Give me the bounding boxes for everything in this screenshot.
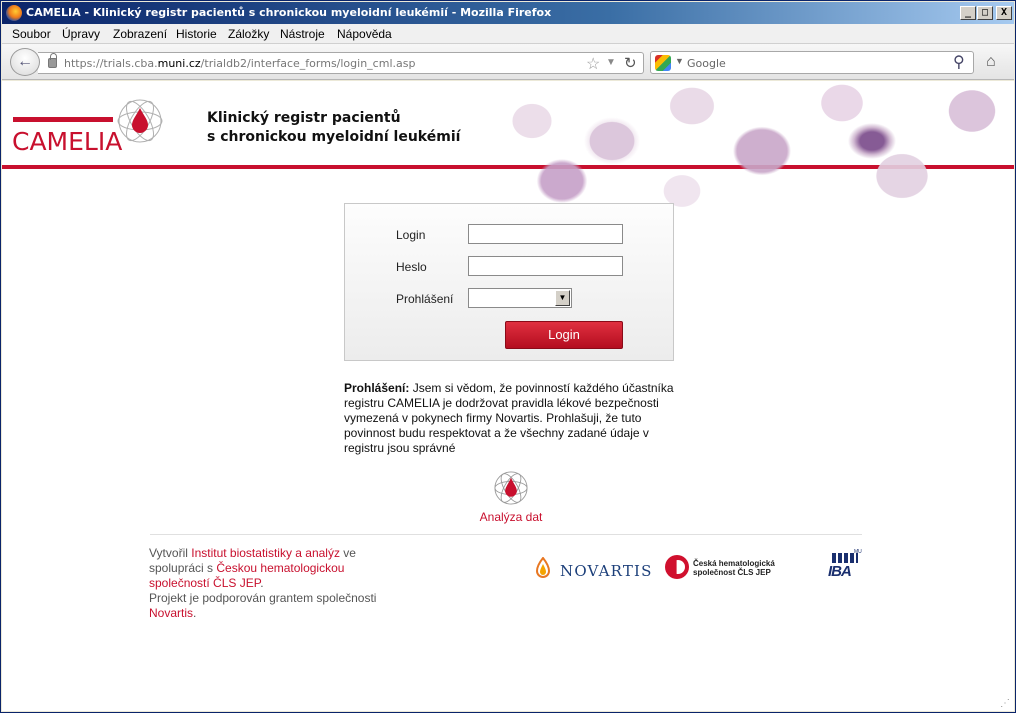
browser-window: CAMELIA - Klinický registr pacientů s ch… [0,0,1016,713]
iba-logo[interactable]: MU IBA [828,549,862,583]
credits-text-3: . [260,576,264,590]
login-form: Login Heslo Prohlášení ▼ Login [344,203,674,361]
footer-divider [150,534,862,535]
iba-text: IBA [828,563,852,580]
bookmark-star-icon[interactable]: ☆ [586,54,600,74]
credits-text-1: Vytvořil [149,546,192,560]
url-path: /trialdb2/interface_forms/login_cml.asp [200,57,416,70]
chs-line2: společnost ČLS JEP [693,568,771,577]
menu-bar: Soubor Úpravy Zobrazení Historie Záložky… [2,24,1014,44]
blood-drop-atom-icon [494,471,528,505]
url-text[interactable]: https://trials.cba.muni.cz/trialdb2/inte… [64,57,415,70]
magnifier-icon[interactable]: ⚲ [953,52,965,72]
data-analysis-label: Analýza dat [479,510,543,524]
camelia-logo[interactable]: CAMELIA [10,97,170,157]
novartis-logo[interactable]: NOVARTIS [534,557,654,581]
login-label: Login [396,228,426,242]
declaration-text: Prohlášení: Jsem si vědom, že povinností… [344,381,684,456]
credits-text-5: . [193,606,197,620]
reload-icon[interactable]: ↻ [624,54,637,72]
home-icon[interactable]: ⌂ [986,53,996,71]
password-label: Heslo [396,260,427,274]
institute-link[interactable]: Institut biostatistiky a analýz [191,546,340,560]
login-input[interactable] [468,224,623,244]
menu-napoveda[interactable]: Nápověda [337,27,392,41]
blood-drop-atom-icon [117,99,163,143]
search-box[interactable]: ▼ Google ⚲ [650,51,974,74]
declaration-heading: Prohlášení: [344,381,410,395]
address-bar[interactable]: https://trials.cba.muni.cz/trialdb2/inte… [38,52,644,74]
site-header: CAMELIA Klinický registr pacientů s chro… [2,81,1014,221]
title-bar: CAMELIA - Klinický registr pacientů s ch… [2,2,1014,24]
chs-text: Česká hematologická společnost ČLS JEP [693,559,775,577]
header-title-line2: s chronickou myeloidní leukémií [207,129,461,145]
chs-emblem-icon [665,555,689,579]
maximize-button[interactable]: □ [977,6,993,20]
resize-grip-icon[interactable]: ⋰ [1000,698,1010,709]
iba-mu-text: MU [854,549,862,555]
czech-hematology-society-logo[interactable]: Česká hematologická společnost ČLS JEP [665,555,805,581]
novartis-link[interactable]: Novartis [149,606,193,620]
menu-zobrazeni[interactable]: Zobrazení [113,27,167,41]
logo-text: CAMELIA [12,127,123,156]
chs-line1: Česká hematologická [693,559,775,568]
chevron-down-icon[interactable]: ▼ [555,290,570,306]
url-host: muni.cz [157,57,201,70]
header-title-line1: Klinický registr pacientů [207,110,401,126]
declaration-label: Prohlášení [396,292,454,306]
menu-upravy[interactable]: Úpravy [62,27,100,41]
menu-soubor[interactable]: Soubor [12,27,51,41]
engine-dropdown-icon[interactable]: ▼ [675,56,684,66]
lock-icon [48,53,57,68]
menu-zalozky[interactable]: Záložky [228,27,269,41]
window-title: CAMELIA - Klinický registr pacientů s ch… [26,6,552,19]
novartis-text: NOVARTIS [560,562,653,580]
novartis-flame-icon [535,557,551,578]
url-prefix: https://trials.cba. [64,57,158,70]
login-button[interactable]: Login [505,321,623,349]
back-arrow-icon: ← [17,53,33,70]
navigation-toolbar: https://trials.cba.muni.cz/trialdb2/inte… [2,44,1014,80]
menu-historie[interactable]: Historie [176,27,217,41]
blood-cells-background [502,81,1014,221]
menu-nastroje[interactable]: Nástroje [280,27,325,41]
credits-text: Vytvořil Institut biostatistiky a analýz… [149,546,399,621]
close-button[interactable]: X [996,6,1012,20]
header-title: Klinický registr pacientů s chronickou m… [207,109,460,147]
logo-bar [13,117,113,122]
minimize-button[interactable]: _ [960,6,976,20]
back-button[interactable]: ← [10,48,40,76]
credits-text-4: Projekt je podporován grantem společnost… [149,591,377,605]
history-dropdown-icon[interactable]: ▼ [606,57,616,68]
page-content: CAMELIA Klinický registr pacientů s chro… [2,81,1014,711]
google-engine-icon[interactable] [655,55,671,71]
search-placeholder: Google [687,57,726,70]
firefox-icon [6,5,22,21]
password-input[interactable] [468,256,623,276]
data-analysis-link[interactable]: Analýza dat [478,469,544,524]
declaration-select[interactable]: ▼ [468,288,572,308]
